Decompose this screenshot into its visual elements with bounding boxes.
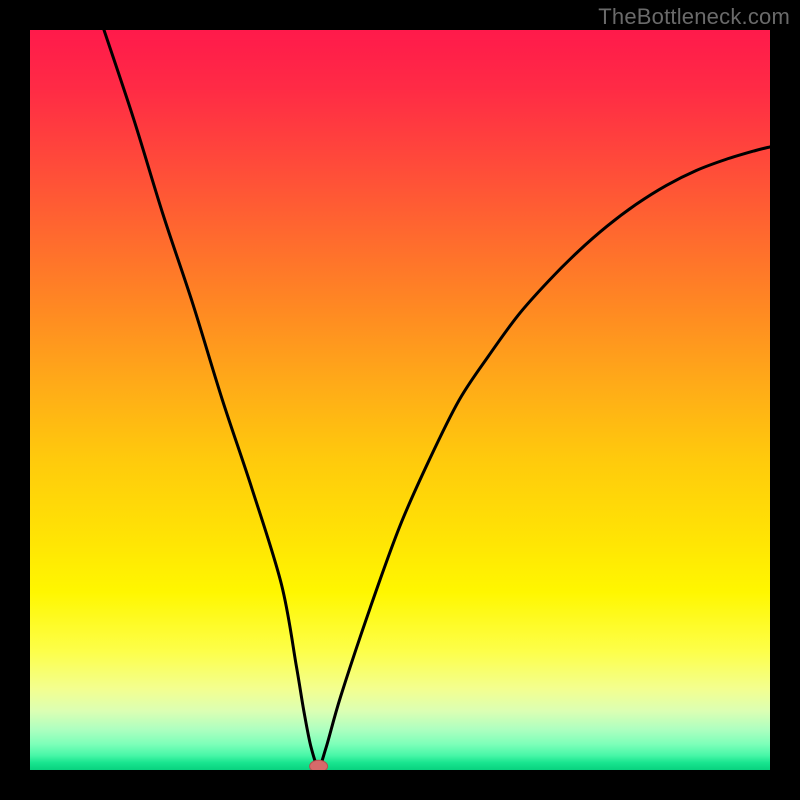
chart-frame: TheBottleneck.com [0, 0, 800, 800]
bottleneck-curve [104, 30, 770, 766]
watermark-text: TheBottleneck.com [598, 4, 790, 30]
plot-area [30, 30, 770, 770]
minimum-marker [310, 760, 328, 770]
bottleneck-curve-svg [30, 30, 770, 770]
